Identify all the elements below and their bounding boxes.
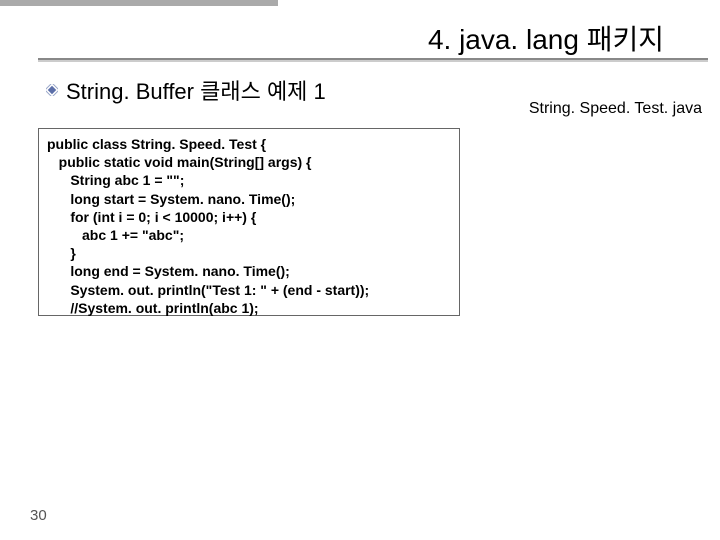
- slide-title-area: 4. java. lang 패키지: [428, 18, 664, 58]
- code-line: public class String. Speed. Test {: [47, 135, 451, 153]
- code-line: }: [47, 244, 451, 262]
- code-line: long start = System. nano. Time();: [47, 190, 451, 208]
- title-underline-shadow: [38, 60, 708, 62]
- diamond-bullet-icon: [46, 84, 58, 96]
- code-line: long end = System. nano. Time();: [47, 262, 451, 280]
- code-line: for (int i = 0; i < 10000; i++) {: [47, 208, 451, 226]
- code-line: //System. out. println(abc 1);: [47, 299, 451, 317]
- code-line: System. out. println("Test 1: " + (end -…: [47, 281, 451, 299]
- code-line: String abc 1 = "";: [47, 171, 451, 189]
- code-line: abc 1 += "abc";: [47, 226, 451, 244]
- subtitle-row: String. Buffer 클래스 예제 1: [46, 74, 326, 106]
- filename-label: String. Speed. Test. java: [529, 100, 702, 118]
- code-line: public static void main(String[] args) {: [47, 153, 451, 171]
- slide-title: 4. java. lang 패키지: [428, 24, 664, 55]
- code-box: public class String. Speed. Test { publi…: [38, 128, 460, 316]
- top-accent-bar: [0, 0, 278, 6]
- page-number: 30: [30, 507, 47, 524]
- subtitle-text: String. Buffer 클래스 예제 1: [66, 74, 326, 106]
